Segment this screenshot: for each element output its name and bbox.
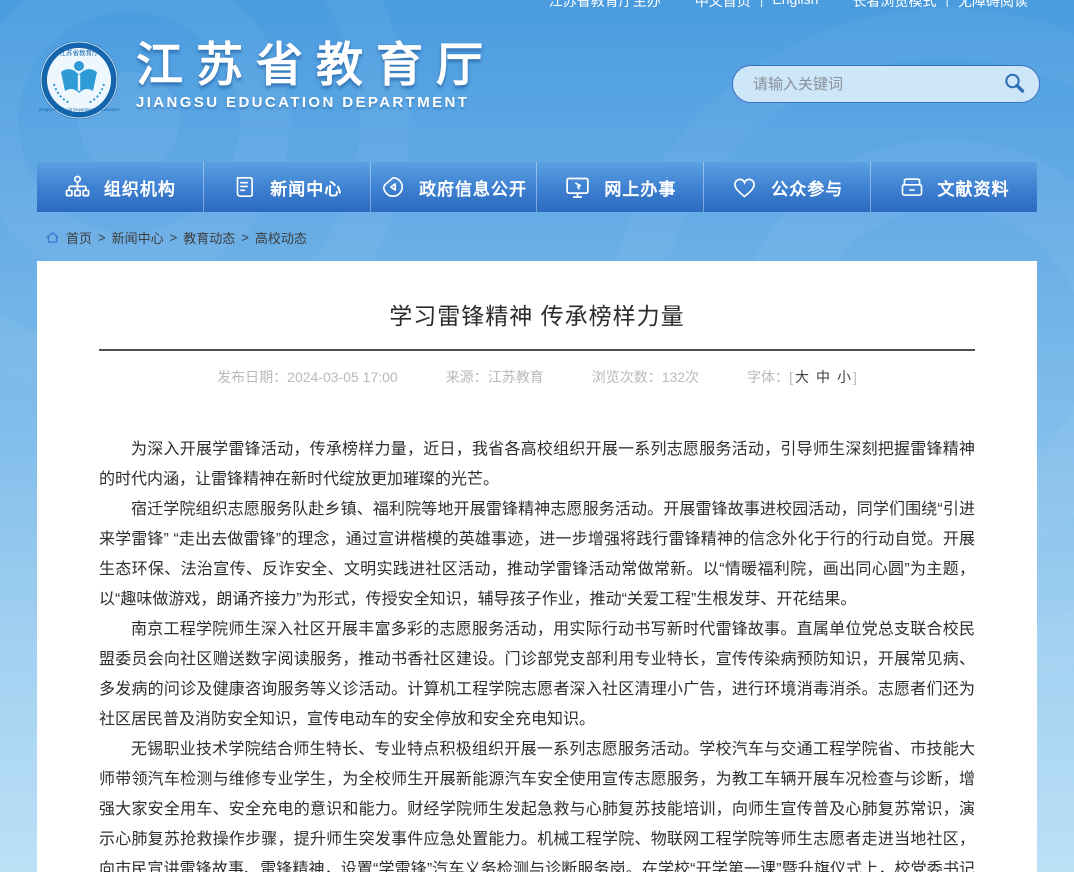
nav-label: 文献资料	[938, 175, 1010, 200]
font-size-bracket-open: [	[789, 369, 793, 385]
font-size-label: 字体：	[747, 367, 789, 387]
site-logo[interactable]: 江苏省教育厅 Jiangsu Provincial Department of …	[38, 39, 120, 121]
heart-icon	[731, 174, 758, 201]
elder-mode-link[interactable]: 长者浏览模式	[852, 0, 936, 11]
page: 江苏省教育厅主办 中文首页 | English 长者浏览模式 | 无障碍阅读	[0, 0, 1074, 872]
views-label: 浏览次数：	[592, 367, 662, 387]
accessibility-link[interactable]: 无障碍阅读	[958, 0, 1028, 11]
font-size-small-button[interactable]: 小	[837, 367, 851, 387]
nav-label: 网上办事	[604, 175, 676, 200]
nav-item-public-participation[interactable]: 公众参与	[704, 162, 871, 212]
source-label: 来源：	[446, 367, 488, 387]
nav-label: 公众参与	[771, 175, 843, 200]
archive-icon	[899, 174, 925, 200]
breadcrumb-separator: >	[98, 230, 106, 245]
breadcrumb-separator: >	[170, 230, 178, 245]
nav-label: 组织机构	[104, 175, 176, 200]
topbar-separator: |	[945, 0, 949, 11]
host-link[interactable]: 江苏省教育厅主办	[549, 0, 661, 11]
site-subtitle: JIANGSU EDUCATION DEPARTMENT	[136, 94, 496, 111]
site-title: 江苏省教育厅	[136, 37, 496, 93]
views-value: 132次	[662, 367, 699, 387]
title-divider	[99, 349, 975, 351]
article-paragraph: 为深入开展学雷锋活动，传承榜样力量，近日，我省各高校组织开展一系列志愿服务活动，…	[99, 435, 975, 495]
article-card: 学习雷锋精神 传承榜样力量 发布日期： 2024-03-05 17:00 来源：…	[37, 261, 1037, 872]
search-icon	[1001, 70, 1027, 99]
breadcrumb-item-university-news[interactable]: 高校动态	[255, 228, 307, 247]
publish-date-value: 2024-03-05 17:00	[287, 369, 398, 385]
source-value: 江苏教育	[488, 367, 544, 387]
search-input[interactable]	[753, 76, 1001, 93]
breadcrumb-separator: >	[241, 230, 249, 245]
search-box	[732, 65, 1040, 103]
english-link[interactable]: English	[772, 0, 818, 11]
nav-item-organization[interactable]: 组织机构	[37, 162, 204, 212]
search-button[interactable]	[1001, 70, 1027, 99]
svg-text:Jiangsu Provincial Department: Jiangsu Provincial Department of Educati…	[38, 107, 120, 112]
article-paragraph: 无锡职业技术学院结合师生特长、专业特点积极组织开展一系列志愿服务活动。学校汽车与…	[99, 735, 975, 872]
news-document-icon	[231, 174, 257, 200]
nav-label: 新闻中心	[270, 175, 342, 200]
article-title: 学习雷锋精神 传承榜样力量	[99, 297, 975, 331]
nav-item-gov-info-disclosure[interactable]: 政府信息公开	[371, 162, 538, 212]
nav-item-online-services[interactable]: 网上办事	[537, 162, 704, 212]
jiangsu-education-emblem-icon: 江苏省教育厅 Jiangsu Provincial Department of …	[38, 108, 120, 125]
topbar-separator: |	[760, 0, 764, 11]
site-header: 江苏省教育厅 Jiangsu Provincial Department of …	[0, 13, 1074, 162]
online-services-monitor-icon	[564, 174, 591, 201]
article-meta: 发布日期： 2024-03-05 17:00 来源： 江苏教育 浏览次数： 13…	[99, 367, 975, 387]
breadcrumb-item-home[interactable]: 首页	[66, 228, 92, 247]
nav-item-documents[interactable]: 文献资料	[871, 162, 1037, 212]
chinese-home-link[interactable]: 中文首页	[695, 0, 751, 11]
font-size-large-button[interactable]: 大	[795, 367, 809, 387]
nav-item-news-center[interactable]: 新闻中心	[204, 162, 371, 212]
breadcrumb: 首页 > 新闻中心 > 教育动态 > 高校动态	[37, 227, 1037, 247]
home-icon	[45, 230, 60, 245]
breadcrumb-item-news-center[interactable]: 新闻中心	[112, 228, 164, 247]
site-brand[interactable]: 江苏省教育厅 JIANGSU EDUCATION DEPARTMENT	[136, 37, 496, 111]
top-utility-bar: 江苏省教育厅主办 中文首页 | English 长者浏览模式 | 无障碍阅读	[0, 0, 1074, 13]
article-paragraph: 宿迁学院组织志愿服务队赴乡镇、福利院等地开展雷锋精神志愿服务活动。开展雷锋故事进…	[99, 495, 975, 615]
main-nav: 组织机构 新闻中心 政府信息公开	[37, 162, 1037, 212]
article-paragraph: 南京工程学院师生深入社区开展丰富多彩的志愿服务活动，用实际行动书写新时代雷锋故事…	[99, 615, 975, 735]
info-disclosure-icon	[380, 174, 406, 200]
article-body: 为深入开展学雷锋活动，传承榜样力量，近日，我省各高校组织开展一系列志愿服务活动，…	[99, 435, 975, 872]
publish-date-label: 发布日期：	[217, 367, 287, 387]
nav-label: 政府信息公开	[419, 175, 527, 200]
breadcrumb-item-education-news[interactable]: 教育动态	[183, 228, 235, 247]
svg-text:江苏省教育厅: 江苏省教育厅	[60, 48, 100, 57]
font-size-bracket-close: ]	[853, 369, 857, 385]
org-chart-icon	[64, 174, 91, 201]
font-size-medium-button[interactable]: 中	[816, 367, 830, 387]
